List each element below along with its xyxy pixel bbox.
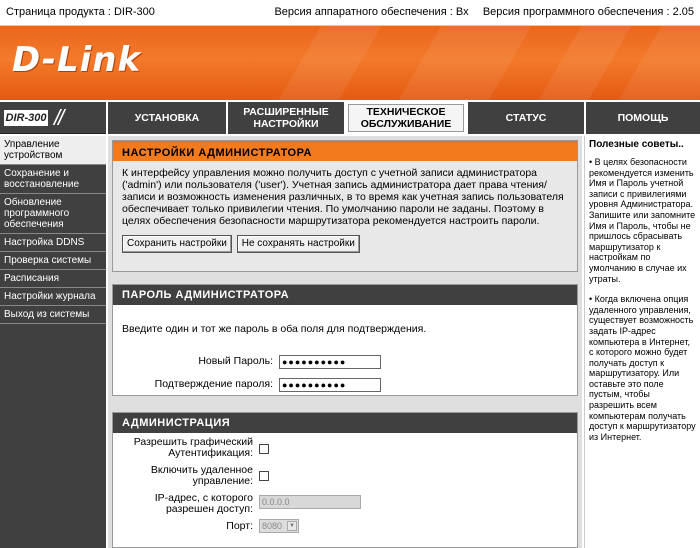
admin-settings-title: НАСТРОЙКИ АДМИНИСТРАТОРА	[113, 141, 577, 161]
version-info: Версия аппаратного обеспечения : Bx Верс…	[274, 6, 694, 18]
allowed-ip-input[interactable]: 0.0.0.0	[259, 495, 361, 509]
tab-maintenance-label-1: ТЕХНИЧЕСКОЕ	[366, 106, 446, 118]
model-cell: DIR-300 //	[0, 102, 106, 134]
administration-panel: АДМИНИСТРАЦИЯ Разрешить графический Ауте…	[112, 412, 578, 548]
dlink-logo: D-Link	[12, 40, 142, 80]
chevron-down-icon: ▼	[287, 521, 297, 531]
tips-heading: Полезные советы..	[589, 139, 684, 150]
sidebar-item-log-settings[interactable]: Настройки журнала	[0, 288, 106, 306]
tab-advanced-label-2: НАСТРОЙКИ	[253, 118, 319, 130]
port-label: Порт:	[226, 520, 253, 532]
admin-settings-description: К интерфейсу управления можно получить д…	[113, 161, 577, 271]
sidebar-item-system-check[interactable]: Проверка системы	[0, 252, 106, 270]
gui-auth-label: Разрешить графический Аутентификация:	[103, 437, 253, 459]
tips-panel: Полезные советы.. • В целях безопасности…	[584, 136, 700, 548]
remote-management-label: Включить удаленное управление:	[103, 465, 253, 487]
sidebar-item-firmware[interactable]: Обновление программного обеспечения	[0, 194, 106, 234]
desc-line: целях обеспечения безопасности маршрутиз…	[122, 215, 540, 227]
product-value: DIR-300	[113, 6, 155, 18]
admin-password-title: ПАРОЛЬ АДМИНИСТРАТОРА	[113, 285, 577, 305]
tab-advanced-label-1: РАСШИРЕННЫЕ	[243, 106, 329, 118]
save-settings-button[interactable]: Сохранить настройки	[122, 235, 232, 253]
confirm-password-input[interactable]: ●●●●●●●●●●	[279, 378, 381, 392]
tab-status[interactable]: СТАТУС	[466, 102, 584, 134]
fw-version-label: Версия программного обеспечения :	[482, 6, 670, 18]
header-banner: D-Link	[0, 26, 700, 100]
sidebar-item-save-restore[interactable]: Сохранение и восстановление	[0, 165, 106, 194]
password-instruction: Введите один и тот же пароль в оба поля …	[122, 323, 427, 335]
desc-line: записи и возможность изменения различных…	[122, 191, 564, 203]
tip-security: • В целях безопасности рекомендуется изм…	[589, 157, 696, 284]
new-password-input[interactable]: ●●●●●●●●●●	[279, 355, 381, 369]
sidebar-item-schedules[interactable]: Расписания	[0, 270, 106, 288]
sidebar: Управление устройством Сохранение и восс…	[0, 136, 106, 548]
confirm-password-label: Подтверждение пароля:	[154, 378, 273, 390]
desc-line: обеспечивает только привилегии чтения. П…	[122, 203, 544, 215]
allowed-ip-label: IP-адрес, с которого разрешен доступ:	[103, 493, 253, 515]
gui-auth-checkbox[interactable]	[259, 444, 269, 454]
administration-title: АДМИНИСТРАЦИЯ	[113, 413, 577, 433]
tab-maintenance-label-2: ОБСЛУЖИВАНИЕ	[360, 118, 452, 130]
remote-label-line2: управление:	[192, 475, 253, 487]
slash-decoration-icon: //	[54, 105, 64, 130]
tab-help-label: ПОМОЩЬ	[617, 112, 669, 124]
sidebar-item-device-admin[interactable]: Управление устройством	[0, 136, 106, 165]
dont-save-settings-button[interactable]: Не сохранять настройки	[236, 235, 360, 253]
main-content: НАСТРОЙКИ АДМИНИСТРАТОРА К интерфейсу уп…	[108, 136, 582, 548]
ip-label-line2: разрешен доступ:	[165, 503, 253, 515]
model-badge: DIR-300	[4, 110, 48, 126]
sidebar-item-ddns[interactable]: Настройка DDNS	[0, 234, 106, 252]
tab-status-label: СТАТУС	[505, 112, 547, 124]
tab-maintenance[interactable]: ТЕХНИЧЕСКОЕ ОБСЛУЖИВАНИЕ	[346, 102, 466, 134]
tab-setup-label: УСТАНОВКА	[134, 112, 200, 124]
desc-line: К интерфейсу управления можно получить д…	[122, 167, 538, 179]
remote-management-checkbox[interactable]	[259, 471, 269, 481]
admin-settings-panel: НАСТРОЙКИ АДМИНИСТРАТОРА К интерфейсу уп…	[112, 140, 578, 272]
product-label: Страница продукта :	[6, 6, 111, 18]
hw-version-value: Bx	[455, 6, 469, 18]
admin-password-panel: ПАРОЛЬ АДМИНИСТРАТОРА Введите один и тот…	[112, 284, 578, 396]
tip-remote-management: • Когда включена опция удаленного управл…	[589, 294, 696, 442]
sidebar-item-logout[interactable]: Выход из системы	[0, 306, 106, 324]
gui-auth-label-line2: Аутентификация:	[168, 447, 253, 459]
tab-help[interactable]: ПОМОЩЬ	[584, 102, 700, 134]
top-info-bar: Страница продукта : DIR-300 Версия аппар…	[0, 0, 700, 26]
fw-version-value: 2.05	[672, 6, 694, 18]
desc-line: ('admin') или пользователя ('user'). Уче…	[122, 179, 547, 191]
port-select-value: 8080	[262, 521, 283, 531]
new-password-label: Новый Пароль:	[198, 355, 273, 367]
tab-advanced[interactable]: РАСШИРЕННЫЕ НАСТРОЙКИ	[226, 102, 344, 134]
tab-setup[interactable]: УСТАНОВКА	[106, 102, 226, 134]
hw-version-label: Версия аппаратного обеспечения :	[274, 6, 453, 18]
product-info: Страница продукта : DIR-300	[6, 6, 155, 18]
port-select[interactable]: 8080 ▼	[259, 519, 299, 533]
